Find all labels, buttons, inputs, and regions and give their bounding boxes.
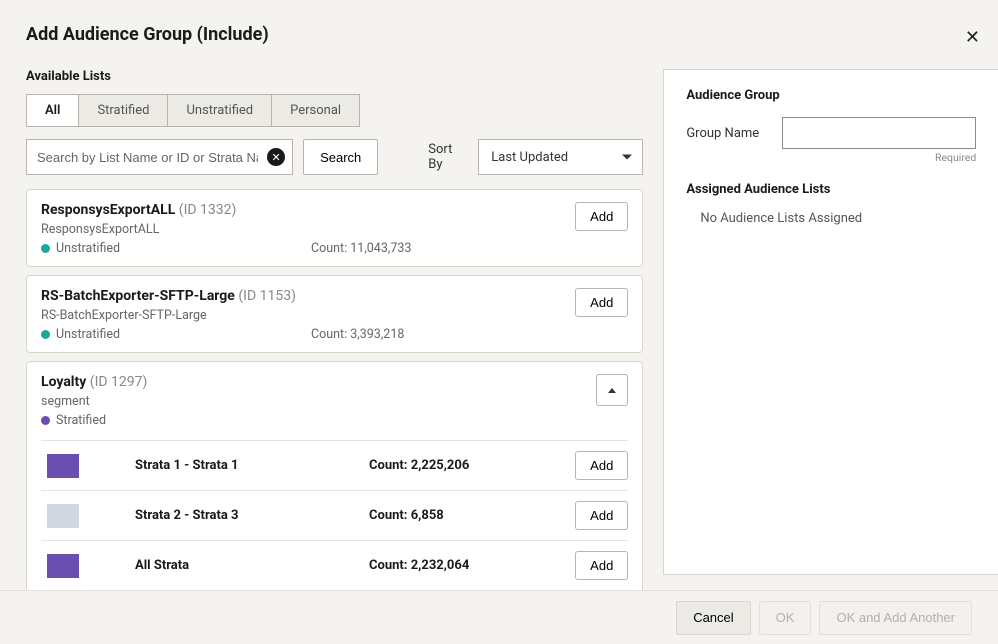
add-strata-button[interactable]: Add (575, 551, 628, 580)
unstratified-dot-icon (41, 244, 50, 253)
main-area: Available Lists All Stratified Unstratif… (26, 69, 972, 601)
strata-swatch (47, 454, 79, 478)
strata-row: Strata 1 - Strata 1 Count: 2,225,206 Add (41, 441, 628, 491)
sort-selected-value: Last Updated (491, 150, 568, 165)
close-icon: ✕ (965, 27, 980, 47)
list-title: ResponsysExportALL (ID 1332) (41, 202, 411, 218)
audience-group-heading: Audience Group (686, 88, 976, 103)
add-strata-button[interactable]: Add (575, 501, 628, 530)
assigned-lists-empty: No Audience Lists Assigned (686, 211, 976, 226)
tab-personal[interactable]: Personal (271, 94, 360, 127)
add-audience-group-dialog: ✕ Add Audience Group (Include) Available… (0, 0, 998, 601)
required-hint: Required (686, 151, 976, 164)
list-subtitle: ResponsysExportALL (41, 222, 411, 237)
collapse-button[interactable] (596, 374, 628, 406)
available-lists-panel: Available Lists All Stratified Unstratif… (26, 69, 643, 601)
strata-row: Strata 2 - Strata 3 Count: 6,858 Add (41, 491, 628, 541)
strata-swatch (47, 504, 79, 528)
list-card: ResponsysExportALL (ID 1332) ResponsysEx… (26, 189, 643, 267)
tab-unstratified[interactable]: Unstratified (167, 94, 272, 127)
search-wrapper: ✕ (26, 139, 293, 175)
assigned-lists-heading: Assigned Audience Lists (686, 182, 976, 197)
list-cards: ResponsysExportALL (ID 1332) ResponsysEx… (26, 189, 643, 601)
strata-name: Strata 1 - Strata 1 (79, 458, 369, 473)
sort-select[interactable]: Last Updated (478, 139, 643, 175)
chevron-up-icon (608, 388, 616, 393)
strata-name: All Strata (79, 558, 369, 573)
stratification-badge: Stratified (41, 413, 147, 428)
strata-count: Count: 6,858 (369, 508, 575, 523)
dialog-footer: Cancel OK OK and Add Another (0, 590, 998, 644)
group-name-input[interactable] (782, 117, 976, 149)
list-card: RS-BatchExporter-SFTP-Large (ID 1153) RS… (26, 275, 643, 353)
cancel-button[interactable]: Cancel (676, 601, 750, 635)
add-strata-button[interactable]: Add (575, 451, 628, 480)
search-button[interactable]: Search (303, 139, 378, 175)
close-button[interactable]: ✕ (965, 28, 980, 46)
sort-by-label: Sort By (428, 142, 468, 172)
list-subtitle: RS-BatchExporter-SFTP-Large (41, 308, 404, 323)
list-title: Loyalty (ID 1297) (41, 374, 147, 390)
dialog-title: Add Audience Group (Include) (26, 24, 972, 45)
ok-add-another-button[interactable]: OK and Add Another (819, 601, 972, 635)
chevron-down-icon (622, 155, 632, 160)
stratified-dot-icon (41, 416, 50, 425)
filter-tabs: All Stratified Unstratified Personal (26, 94, 643, 127)
strata-count: Count: 2,232,064 (369, 558, 575, 573)
strata-swatch (47, 554, 79, 578)
stratification-badge: Unstratified (41, 241, 311, 256)
list-count: Count: 3,393,218 (311, 327, 404, 342)
ok-button[interactable]: OK (759, 601, 812, 635)
tab-stratified[interactable]: Stratified (78, 94, 168, 127)
search-sort-row: ✕ Search Sort By Last Updated (26, 139, 643, 175)
list-card-expanded: Loyalty (ID 1297) segment Stratified (26, 361, 643, 601)
stratification-badge: Unstratified (41, 327, 311, 342)
add-list-button[interactable]: Add (575, 288, 628, 317)
list-count: Count: 11,043,733 (311, 241, 411, 256)
search-input[interactable] (26, 139, 293, 175)
group-name-field-row: Group Name (686, 117, 976, 149)
strata-name: Strata 2 - Strata 3 (79, 508, 369, 523)
available-lists-heading: Available Lists (26, 69, 643, 84)
list-subtitle: segment (41, 394, 147, 409)
clear-search-icon[interactable]: ✕ (267, 148, 285, 166)
tab-all[interactable]: All (26, 94, 79, 127)
audience-group-panel: Audience Group Group Name Required Assig… (663, 69, 998, 575)
list-title: RS-BatchExporter-SFTP-Large (ID 1153) (41, 288, 404, 304)
strata-row: All Strata Count: 2,232,064 Add (41, 541, 628, 590)
add-list-button[interactable]: Add (575, 202, 628, 231)
unstratified-dot-icon (41, 330, 50, 339)
strata-count: Count: 2,225,206 (369, 458, 575, 473)
group-name-label: Group Name (686, 126, 770, 141)
strata-list: Strata 1 - Strata 1 Count: 2,225,206 Add… (41, 440, 628, 590)
